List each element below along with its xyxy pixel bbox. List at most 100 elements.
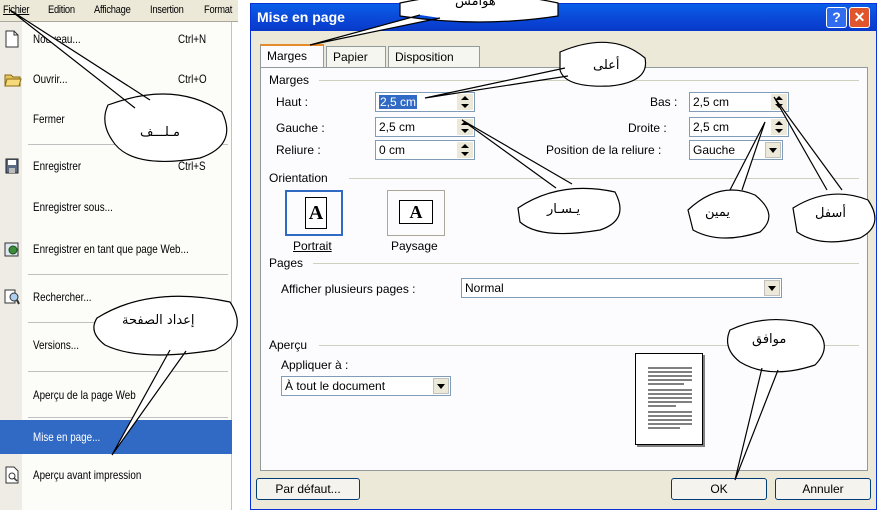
menu-item-ouvrir[interactable]: Ouvrir... Ctrl+O	[0, 62, 232, 96]
ok-button[interactable]: OK	[671, 478, 767, 500]
haut-label: Haut :	[276, 95, 309, 109]
open-folder-icon	[4, 70, 22, 88]
reliure-label: Reliure :	[276, 143, 321, 157]
tab-marges[interactable]: Marges	[260, 44, 324, 68]
help-button[interactable]: ?	[826, 7, 847, 28]
menu-item-shortcut: Ctrl+O	[178, 72, 207, 86]
tab-papier[interactable]: Papier	[326, 46, 386, 67]
chevron-down-icon[interactable]	[764, 280, 780, 296]
menu-item-label: Fermer	[33, 112, 65, 126]
menu-item-versions[interactable]: Versions...	[0, 328, 232, 362]
preview-page-icon	[635, 353, 703, 445]
position-reliure-value: Gauche	[693, 143, 736, 157]
callout-milaf: مـلـــف	[140, 125, 180, 140]
paysage-option[interactable]: A	[387, 190, 445, 236]
afficher-pages-select[interactable]: Normal	[461, 278, 782, 298]
menu-separator	[28, 371, 228, 372]
droite-value: 2,5 cm	[693, 120, 730, 134]
close-button[interactable]: ✕	[849, 7, 870, 28]
menu-item-apercu-page-web[interactable]: Aperçu de la page Web	[0, 378, 232, 412]
menu-item-fermer[interactable]: Fermer	[0, 102, 232, 136]
gauche-spinner[interactable]: 2,5 cm	[375, 117, 475, 137]
portrait-page-icon: A	[305, 197, 327, 229]
dialog-title-bar[interactable]: Mise en page ? ✕	[251, 4, 876, 31]
menu-insertion[interactable]: Insertion	[150, 4, 184, 16]
menu-item-shortcut: Ctrl+S	[178, 159, 206, 173]
page-setup-dialog: Mise en page ? ✕ Marges Papier Dispositi…	[250, 3, 877, 510]
gauche-label: Gauche :	[276, 121, 325, 135]
group-divider	[319, 80, 859, 81]
bas-label: Bas :	[650, 95, 678, 109]
menu-item-label: Aperçu de la page Web	[33, 388, 136, 402]
appliquer-value: À tout le document	[285, 379, 386, 393]
menu-affichage[interactable]: Affichage	[94, 4, 131, 16]
menu-item-label: Nouveau...	[33, 32, 81, 46]
chevron-down-icon[interactable]	[765, 142, 781, 158]
spinner-arrows-icon[interactable]	[771, 119, 787, 135]
appliquer-label: Appliquer à :	[281, 358, 349, 372]
save-disk-icon	[4, 157, 20, 175]
menu-item-mise-en-page[interactable]: Mise en page...	[0, 420, 232, 454]
menu-edition[interactable]: Edition	[48, 4, 75, 16]
spinner-arrows-icon[interactable]	[457, 119, 473, 135]
menu-separator	[28, 417, 228, 418]
haut-value: 2,5 cm	[379, 95, 418, 109]
menu-item-rechercher[interactable]: Rechercher...	[0, 280, 232, 314]
afficher-pages-label: Afficher plusieurs pages :	[281, 282, 416, 296]
droite-label: Droite :	[628, 121, 667, 135]
portrait-option[interactable]: A	[285, 190, 343, 236]
menu-item-label: Versions...	[33, 338, 79, 352]
file-menu: Nouveau... Ctrl+N Ouvrir... Ctrl+O Ferme…	[0, 22, 232, 510]
paysage-label: Paysage	[391, 239, 438, 253]
menu-item-label: Enregistrer sous...	[33, 200, 113, 214]
callout-muwafiq: موافق	[752, 332, 787, 347]
group-title-marges: Marges	[269, 73, 310, 87]
tab-disposition[interactable]: Disposition	[388, 46, 480, 67]
group-divider	[313, 263, 859, 264]
spinner-arrows-icon[interactable]	[457, 94, 473, 110]
callout-idad: إعداد الصفحة	[122, 313, 195, 328]
group-divider	[349, 178, 859, 179]
print-preview-icon	[4, 466, 20, 484]
portrait-label: Portrait	[293, 239, 332, 253]
menu-item-label: Enregistrer en tant que page Web...	[33, 242, 189, 256]
menu-format[interactable]: Format	[204, 4, 232, 16]
menu-item-apercu-impression[interactable]: Aperçu avant impression	[0, 458, 232, 492]
bas-spinner[interactable]: 2,5 cm	[689, 92, 789, 112]
menu-bar: Fichier Edition Affichage Insertion Form…	[0, 0, 238, 22]
afficher-pages-value: Normal	[465, 281, 504, 295]
menu-item-label: Enregistrer	[33, 159, 82, 173]
menu-item-label: Aperçu avant impression	[33, 468, 142, 482]
callout-yamin: يمين	[705, 205, 730, 220]
menu-item-label: Mise en page...	[33, 430, 101, 444]
reliure-spinner[interactable]: 0 cm	[375, 140, 475, 160]
droite-spinner[interactable]: 2,5 cm	[689, 117, 789, 137]
callout-asfal: أسفل	[815, 206, 846, 221]
menu-item-enregistrer-page-web[interactable]: Enregistrer en tant que page Web...	[0, 232, 232, 266]
callout-aala: أعلى	[593, 58, 620, 73]
landscape-page-icon: A	[399, 200, 433, 224]
web-page-icon	[4, 240, 20, 258]
new-document-icon	[4, 30, 20, 48]
callout-yasar: يـسـار	[547, 202, 581, 217]
spinner-arrows-icon[interactable]	[771, 94, 787, 110]
callout-hawamish: هوامش	[455, 0, 496, 9]
menu-fichier[interactable]: Fichier	[3, 4, 30, 16]
menu-item-enregistrer-sous[interactable]: Enregistrer sous...	[0, 190, 232, 224]
reliure-value: 0 cm	[379, 143, 406, 157]
cancel-button[interactable]: Annuler	[775, 478, 871, 500]
menu-item-nouveau[interactable]: Nouveau... Ctrl+N	[0, 22, 232, 56]
position-reliure-select[interactable]: Gauche	[689, 140, 783, 160]
group-title-apercu: Aperçu	[269, 338, 308, 352]
chevron-down-icon[interactable]	[433, 378, 449, 394]
haut-spinner[interactable]: 2,5 cm	[375, 92, 475, 112]
menu-separator	[28, 144, 228, 145]
appliquer-select[interactable]: À tout le document	[281, 376, 451, 396]
spinner-arrows-icon[interactable]	[457, 142, 473, 158]
menu-item-enregistrer[interactable]: Enregistrer Ctrl+S	[0, 149, 232, 183]
menu-separator	[28, 274, 228, 275]
menu-item-label: Ouvrir...	[33, 72, 68, 86]
position-reliure-label: Position de la reliure :	[546, 143, 662, 157]
default-button[interactable]: Par défaut...	[256, 478, 360, 500]
group-title-pages: Pages	[269, 256, 304, 270]
